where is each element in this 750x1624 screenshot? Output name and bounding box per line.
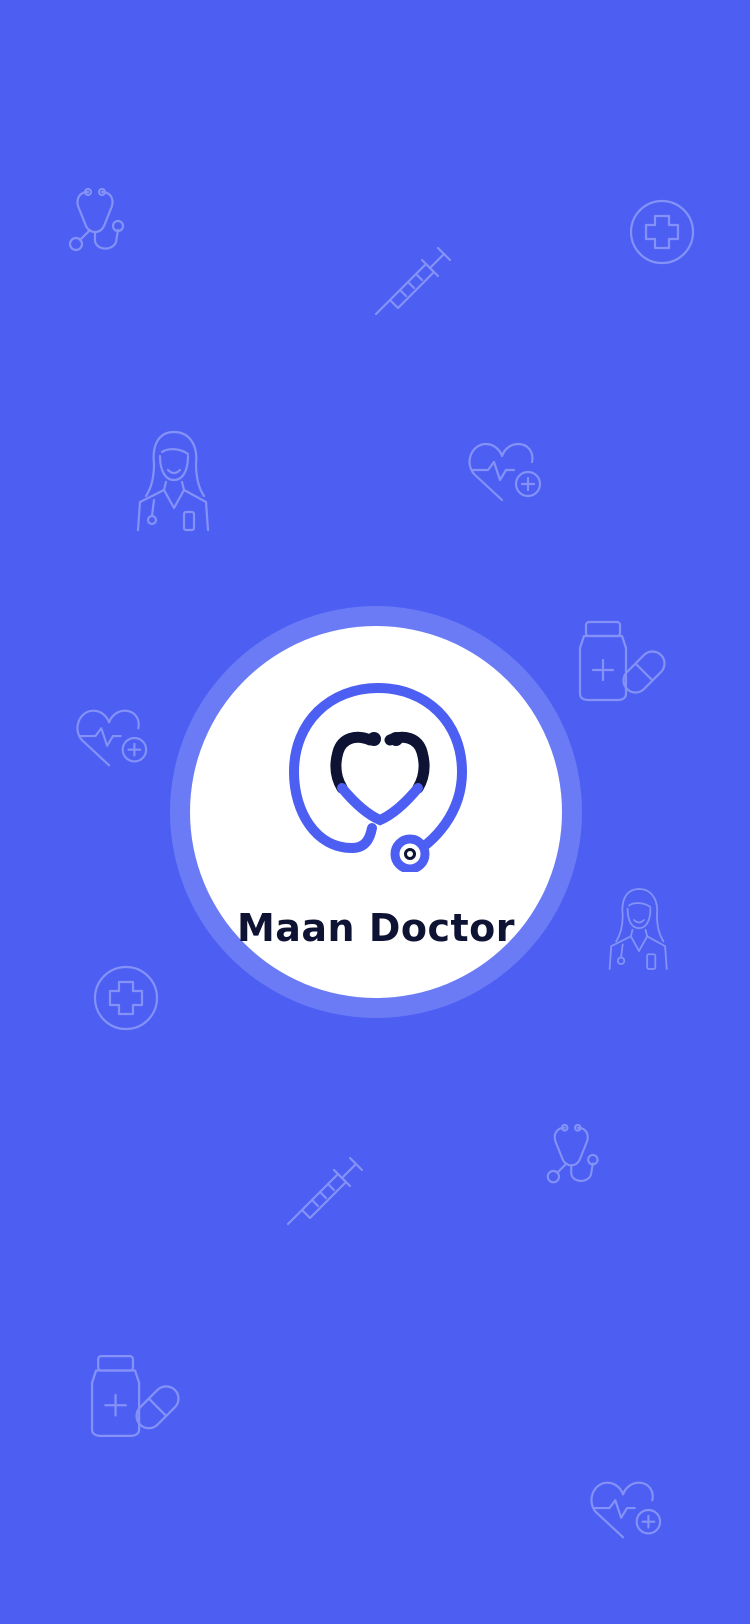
heart-plus-icon xyxy=(588,1478,664,1542)
medical-cross-icon xyxy=(628,198,696,266)
logo-ring: Maan Doctor xyxy=(170,606,582,1018)
female-doctor-icon xyxy=(136,426,212,536)
app-title: Maan Doctor xyxy=(236,906,516,950)
medicine-bottle-icon xyxy=(90,1352,180,1438)
stethoscope-icon xyxy=(66,186,132,256)
stethoscope-icon xyxy=(544,1122,606,1188)
female-doctor-icon xyxy=(608,882,670,976)
syringe-icon xyxy=(372,238,454,318)
heart-plus-icon xyxy=(74,706,150,770)
stethoscope-logo-icon xyxy=(286,682,470,874)
medicine-bottle-icon xyxy=(578,618,666,702)
medical-cross-icon xyxy=(92,964,160,1032)
heart-plus-icon xyxy=(466,440,544,504)
syringe-icon xyxy=(284,1148,366,1228)
logo-badge: Maan Doctor xyxy=(190,626,562,998)
